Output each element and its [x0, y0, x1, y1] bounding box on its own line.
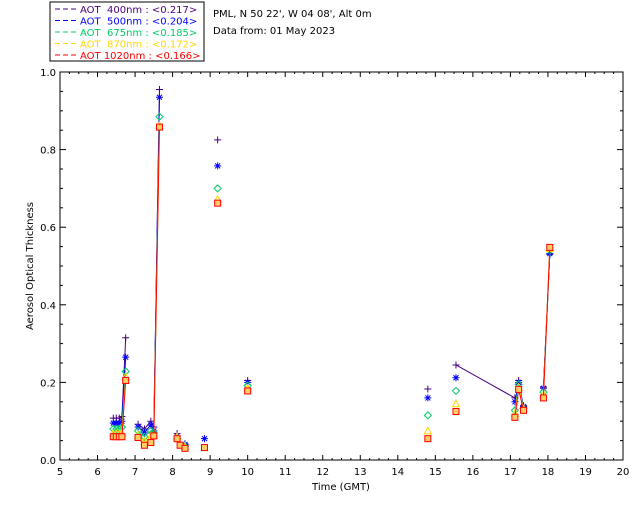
data-point — [201, 444, 209, 452]
x-tick-label: 17 — [504, 467, 517, 478]
x-tick-label: 6 — [94, 467, 100, 478]
x-tick-label: 7 — [132, 467, 138, 478]
legend-entry: AOT 1020nm : <0.166> — [80, 51, 200, 62]
data-point — [122, 353, 130, 361]
aot-chart: AOT 400nm : <0.217>AOT 500nm : <0.204>AO… — [25, 1, 629, 493]
x-tick-label: 15 — [429, 467, 442, 478]
x-tick-label: 10 — [241, 467, 254, 478]
series-line — [137, 127, 160, 446]
data-point — [201, 435, 209, 443]
x-tick-label: 5 — [57, 467, 63, 478]
data-point — [452, 361, 460, 369]
data-point — [214, 199, 222, 207]
data-point — [155, 93, 163, 101]
data-point — [244, 387, 252, 395]
data-point — [515, 385, 523, 393]
x-tick-label: 12 — [316, 467, 329, 478]
x-tick-label: 14 — [391, 467, 404, 478]
data-point — [140, 441, 148, 449]
series-3 — [109, 112, 555, 451]
date-info: Data from: 01 May 2023 — [213, 26, 335, 37]
plot-frame — [59, 71, 624, 461]
series-1 — [109, 85, 554, 448]
x-tick-label: 16 — [466, 467, 479, 478]
series-4 — [108, 120, 555, 451]
data-point — [511, 413, 519, 421]
y-tick-label: 0.2 — [40, 378, 56, 389]
data-point — [452, 408, 460, 415]
legend-entry: AOT 675nm : <0.185> — [80, 28, 197, 39]
data-point — [213, 184, 222, 193]
data-point — [118, 433, 126, 441]
info-block: PML, N 50 22', W 04 08', Alt 0m Data fro… — [213, 9, 372, 37]
series-line — [455, 364, 516, 399]
data-point — [122, 376, 130, 384]
x-tick-label: 9 — [207, 467, 213, 478]
x-tick-label: 20 — [617, 467, 630, 478]
x-axis-label: Time (GMT) — [311, 482, 370, 493]
data-point — [173, 435, 181, 443]
data-point — [134, 433, 142, 441]
data-point — [520, 406, 528, 414]
y-tick-label: 0.6 — [40, 223, 56, 234]
data-point — [539, 394, 547, 402]
data-point — [423, 426, 433, 435]
axis-ticks: 5 6 7 8 9 10 11 12 13 14 15 16 17 18 19 20 0.0 0.2 0.4 0.6 0… — [40, 68, 629, 478]
y-tick-label: 0.8 — [40, 146, 56, 157]
data-point — [423, 411, 433, 420]
data-point — [452, 374, 460, 382]
data-point — [214, 136, 222, 144]
data-point — [150, 432, 158, 440]
station-info: PML, N 50 22', W 04 08', Alt 0m — [213, 9, 372, 20]
series-layer — [108, 85, 555, 452]
data-point — [122, 334, 130, 342]
y-tick-label: 0.4 — [40, 301, 56, 312]
x-tick-label: 13 — [354, 467, 367, 478]
data-point — [451, 386, 461, 396]
x-tick-label: 18 — [542, 467, 555, 478]
data-point — [424, 385, 432, 393]
data-point — [147, 439, 155, 447]
data-point — [155, 123, 163, 131]
legend-entry: AOT 500nm : <0.204> — [80, 17, 197, 28]
x-tick-label: 11 — [279, 467, 292, 478]
series-line — [542, 247, 551, 398]
legend-entry: AOT 870nm : <0.172> — [80, 40, 197, 51]
data-point — [155, 85, 163, 93]
x-tick-label: 19 — [579, 467, 592, 478]
series-line — [137, 97, 160, 433]
data-point — [424, 435, 432, 443]
series-5 — [109, 123, 554, 452]
legend: AOT 400nm : <0.217>AOT 500nm : <0.204>AO… — [49, 1, 205, 62]
data-point — [181, 444, 189, 452]
series-2 — [109, 93, 554, 448]
legend-entry: AOT 400nm : <0.217> — [80, 5, 197, 16]
y-axis-label: Aerosol Optical Thickness — [25, 202, 36, 330]
y-tick-label: 1.0 — [40, 68, 56, 79]
data-point — [546, 243, 554, 251]
y-tick-label: 0.0 — [40, 456, 56, 467]
x-tick-label: 8 — [169, 467, 175, 478]
data-point — [451, 399, 461, 408]
data-point — [424, 394, 432, 402]
data-point — [214, 162, 222, 170]
